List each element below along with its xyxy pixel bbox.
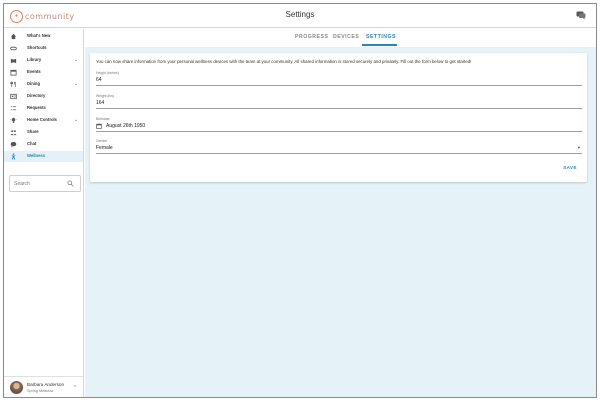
sidebar-item-requests[interactable]: Requests: [4, 103, 83, 114]
home-icon: [10, 33, 17, 40]
sidebar-item-label: Events: [27, 69, 41, 74]
height-field[interactable]: Height (inches) 64: [96, 71, 582, 86]
chevron-down-icon: ⌄: [74, 117, 79, 123]
sidebar-item-home-controls[interactable]: Home Controls ⌄: [4, 115, 83, 126]
wellness-icon: [10, 153, 17, 160]
weight-label: Weight (lbs): [96, 94, 115, 98]
library-icon: [10, 58, 17, 64]
sidebar-item-chat[interactable]: Chat: [4, 139, 83, 150]
chat-icon[interactable]: [576, 11, 586, 20]
user-profile[interactable]: Barbara Anderson Spring Meadow ⌃: [4, 376, 83, 397]
gender-select[interactable]: Female: [96, 145, 113, 151]
sidebar-item-share[interactable]: Share: [4, 127, 83, 138]
search-box: [9, 175, 81, 192]
settings-form-card: You can now share information from your …: [90, 53, 587, 182]
sidebar-item-shortcuts[interactable]: Shortcuts: [4, 43, 83, 54]
birthdate-field[interactable]: Birthdate August 26th 1950: [96, 117, 582, 132]
sidebar-item-label: Home Controls: [27, 117, 58, 122]
tab-bar: PROGRESS DEVICES SETTINGS: [85, 29, 596, 47]
sidebar-item-directory[interactable]: Directory: [4, 91, 83, 102]
sidebar-item-events[interactable]: Events: [4, 67, 83, 78]
dining-icon: [10, 81, 16, 88]
sidebar-item-label: Library: [27, 57, 42, 62]
user-name: Barbara Anderson: [27, 382, 65, 387]
app-window: ● community Settings What's New Shortcut…: [3, 3, 597, 398]
main-content: PROGRESS DEVICES SETTINGS You can now sh…: [85, 29, 596, 397]
sidebar-item-label: Share: [27, 129, 39, 134]
gender-field[interactable]: Gender Female ▾: [96, 139, 582, 154]
sidebar-item-whats-new[interactable]: What's New: [4, 31, 83, 42]
sidebar-item-label: Requests: [27, 105, 46, 110]
sidebar-item-label: Chat: [27, 141, 37, 146]
tab-settings[interactable]: SETTINGS: [366, 34, 396, 40]
dropdown-arrow-icon[interactable]: ▾: [578, 145, 580, 151]
chevron-down-icon: ⌄: [74, 57, 79, 63]
avatar: [10, 381, 23, 394]
birthdate-input[interactable]: August 26th 1950: [106, 123, 145, 129]
calendar-icon: [10, 69, 17, 76]
sidebar-item-label: Shortcuts: [27, 45, 47, 50]
sidebar-item-label: Dining: [27, 81, 41, 86]
sidebar-item-label: Directory: [27, 93, 46, 98]
height-input[interactable]: 64: [96, 77, 102, 83]
weight-input[interactable]: 164: [96, 100, 104, 106]
gender-label: Gender: [96, 139, 108, 143]
save-button[interactable]: SAVE: [563, 165, 577, 170]
requests-icon: [10, 106, 17, 111]
height-label: Height (inches): [96, 71, 119, 75]
search-icon[interactable]: [67, 180, 74, 187]
tab-progress[interactable]: PROGRESS: [295, 34, 328, 40]
calendar-icon[interactable]: [96, 123, 102, 129]
search-input[interactable]: [14, 179, 66, 189]
shortcuts-icon: [10, 46, 17, 51]
intro-text: You can now share information from your …: [96, 59, 472, 64]
sidebar-item-wellness[interactable]: Wellness: [4, 151, 83, 162]
sidebar: What's New Shortcuts Library ⌄ Events Di…: [4, 29, 84, 397]
sidebar-item-label: Wellness: [27, 153, 46, 158]
active-tab-indicator: [362, 44, 397, 46]
page-title: Settings: [285, 10, 315, 19]
directory-icon: [10, 93, 17, 100]
chat-icon: [10, 141, 17, 148]
top-bar: ● community Settings: [4, 4, 596, 28]
user-location: Spring Meadow: [27, 389, 54, 393]
sidebar-item-library[interactable]: Library ⌄: [4, 55, 83, 66]
birthdate-label: Birthdate: [96, 117, 110, 121]
chevron-up-icon[interactable]: ⌃: [73, 385, 77, 391]
sidebar-item-label: What's New: [27, 33, 51, 38]
weight-field[interactable]: Weight (lbs) 164: [96, 94, 582, 109]
share-icon: [10, 130, 17, 136]
tab-devices[interactable]: DEVICES: [333, 34, 359, 40]
chevron-down-icon: ⌄: [74, 81, 79, 87]
sidebar-item-dining[interactable]: Dining ⌄: [4, 79, 83, 90]
lightbulb-icon: [10, 117, 17, 123]
